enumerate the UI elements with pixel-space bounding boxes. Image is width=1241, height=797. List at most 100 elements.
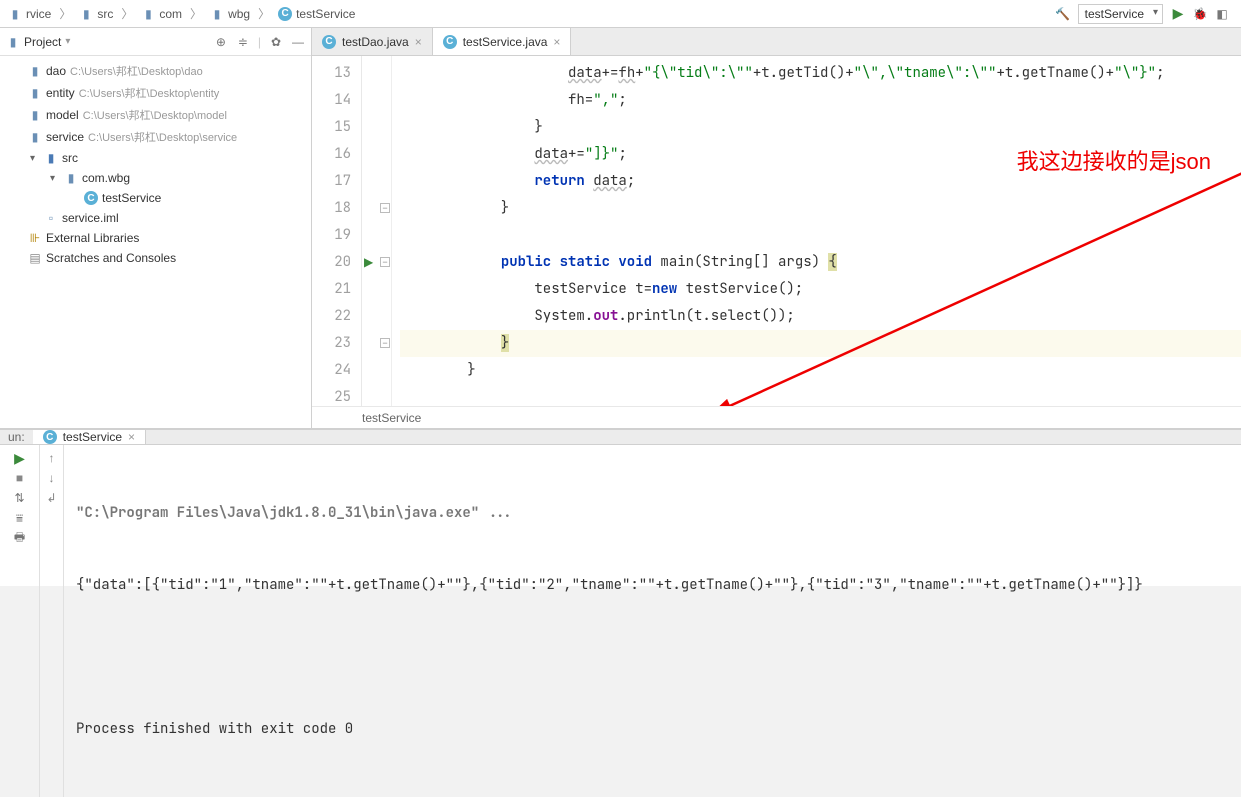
code-line[interactable]: System.out.println(t.select());	[400, 303, 1241, 330]
up-icon[interactable]: ↑	[45, 451, 59, 465]
code-line[interactable]: fh=",";	[400, 87, 1241, 114]
tree-item[interactable]: CtestService	[0, 188, 311, 208]
editor-tabs: CtestDao.java×CtestService.java×	[312, 28, 1241, 56]
run-tool-window: un: C testService × ▶ ■ ⇅ ⩸ 🖶 ↑ ↓ ↲ "C:\…	[0, 428, 1241, 586]
close-icon[interactable]: ×	[128, 430, 135, 444]
project-title[interactable]: Project	[24, 35, 61, 49]
tree-label: model	[46, 108, 79, 122]
expand-icon[interactable]: ▾	[30, 153, 40, 164]
editor-breadcrumb[interactable]: testService	[312, 406, 1241, 428]
debug-icon[interactable]: 🐞	[1193, 7, 1207, 21]
tree-item[interactable]: ▾ ▮ src	[0, 148, 311, 168]
tree-item[interactable]: ▮entity C:\Users\邦杠\Desktop\entity	[0, 82, 311, 104]
code-line[interactable]	[400, 384, 1241, 406]
editor-tab[interactable]: CtestService.java×	[433, 28, 572, 55]
folder-icon: ▮	[8, 7, 22, 21]
tree-path: C:\Users\邦杠\Desktop\entity	[79, 85, 220, 101]
run-tab[interactable]: C testService ×	[33, 430, 146, 444]
tree-label: com.wbg	[82, 171, 130, 185]
breadcrumb-item[interactable]: ▮rvice	[4, 5, 55, 23]
divider: |	[258, 35, 261, 49]
tree-label: Scratches and Consoles	[46, 251, 176, 265]
tree-item[interactable]: ▮ service C:\Users\邦杠\Desktop\service	[0, 126, 311, 148]
tree-item[interactable]: ▮model C:\Users\邦杠\Desktop\model	[0, 104, 311, 126]
run-config-select[interactable]: testService	[1078, 4, 1163, 24]
code-line[interactable]	[400, 222, 1241, 249]
tab-label: testDao.java	[342, 35, 409, 49]
breadcrumb-separator: 〉	[188, 5, 204, 22]
build-icon[interactable]: 🔨	[1056, 7, 1070, 21]
tree-item[interactable]: ▫service.iml	[0, 208, 311, 228]
editor-tab[interactable]: CtestDao.java×	[312, 28, 433, 55]
expand-icon[interactable]: ▾	[50, 173, 60, 184]
folder-src-icon: ▮	[44, 151, 58, 165]
coverage-icon[interactable]: ◧	[1215, 7, 1229, 21]
fold-icon[interactable]: −	[380, 338, 390, 348]
breadcrumb-item[interactable]: ▮wbg	[206, 5, 254, 23]
code-line[interactable]: data+=fh+"{\"tid\":\""+t.getTid()+"\",\"…	[400, 60, 1241, 87]
down-icon[interactable]: ↓	[45, 471, 59, 485]
line-number: 14	[312, 87, 351, 114]
editor-breadcrumb-item[interactable]: testService	[362, 411, 421, 425]
locate-icon[interactable]: ⊕	[214, 35, 228, 49]
breadcrumb-item[interactable]: ▮com	[137, 5, 186, 23]
folder-icon: ▮	[28, 130, 42, 144]
code-line[interactable]: public static void main(String[] args) {	[400, 249, 1241, 276]
class-icon: C	[278, 7, 292, 21]
code-line[interactable]: testService t=new testService();	[400, 276, 1241, 303]
tree-path: C:\Users\邦杠\Desktop\dao	[70, 63, 203, 79]
tree-label: testService	[102, 191, 161, 205]
line-number: 17	[312, 168, 351, 195]
dropdown-icon[interactable]: ▾	[65, 36, 70, 47]
wrap-icon[interactable]: ↲	[45, 491, 59, 505]
console-command: "C:\Program Files\Java\jdk1.8.0_31\bin\j…	[76, 501, 1229, 525]
tree-item[interactable]: ▤Scratches and Consoles	[0, 248, 311, 268]
line-number: 15	[312, 114, 351, 141]
console-output[interactable]: "C:\Program Files\Java\jdk1.8.0_31\bin\j…	[64, 445, 1241, 797]
layout-icon[interactable]: ⇅	[13, 491, 27, 505]
hide-icon[interactable]: —	[291, 35, 305, 49]
close-icon[interactable]: ×	[553, 35, 560, 49]
tree-label: dao	[46, 64, 66, 78]
stop-icon[interactable]: ■	[13, 471, 27, 485]
project-tree[interactable]: ▮dao C:\Users\邦杠\Desktop\dao▮entity C:\U…	[0, 56, 311, 428]
close-icon[interactable]: ×	[415, 35, 422, 49]
tree-label: entity	[46, 86, 75, 100]
folder-icon: ▮	[28, 64, 42, 78]
breadcrumb-item[interactable]: CtestService	[274, 5, 359, 23]
tree-label: src	[62, 151, 78, 165]
code-line[interactable]: }	[400, 357, 1241, 384]
collapse-icon[interactable]: ≑	[236, 35, 250, 49]
code-line[interactable]: }	[400, 114, 1241, 141]
fold-gutter[interactable]: − − −	[378, 56, 392, 406]
fold-icon[interactable]: −	[380, 257, 390, 267]
breadcrumb-item[interactable]: ▮src	[75, 5, 117, 23]
code-line[interactable]: }	[400, 195, 1241, 222]
run-line-icon[interactable]: ▶	[364, 255, 373, 269]
line-number: 24	[312, 357, 351, 384]
settings-icon[interactable]: ✿	[269, 35, 283, 49]
tree-path: C:\Users\邦杠\Desktop\model	[83, 107, 227, 123]
run-gutter[interactable]: ▶	[362, 56, 378, 406]
tree-item[interactable]: ▮ dao C:\Users\邦杠\Desktop\dao	[0, 60, 311, 82]
print-icon[interactable]: 🖶	[13, 531, 27, 545]
filter-icon[interactable]: ⩸	[13, 511, 27, 525]
tree-label: External Libraries	[46, 231, 139, 245]
code-line[interactable]: }	[400, 330, 1241, 357]
run-icon[interactable]: ▶	[1171, 7, 1185, 21]
lib-icon: ⊪	[28, 231, 42, 245]
tree-path: C:\Users\邦杠\Desktop\service	[88, 129, 237, 145]
run-label: un:	[0, 430, 33, 444]
code-content[interactable]: data+=fh+"{\"tid\":\""+t.getTid()+"\",\"…	[392, 56, 1241, 406]
tree-item[interactable]: ⊪ External Libraries	[0, 228, 311, 248]
tree-item[interactable]: ▾ ▮ com.wbg	[0, 168, 311, 188]
folder-icon: ▮	[64, 171, 78, 185]
line-number: 16	[312, 141, 351, 168]
tree-label: service	[46, 130, 84, 144]
code-editor[interactable]: 13141516171819202122232425 ▶ −−− data+=f…	[312, 56, 1241, 406]
rerun-icon[interactable]: ▶	[13, 451, 27, 465]
folder-icon: ▮	[141, 7, 155, 21]
tree-label: service.iml	[62, 211, 119, 225]
class-icon: C	[443, 35, 457, 49]
fold-icon[interactable]: −	[380, 203, 390, 213]
